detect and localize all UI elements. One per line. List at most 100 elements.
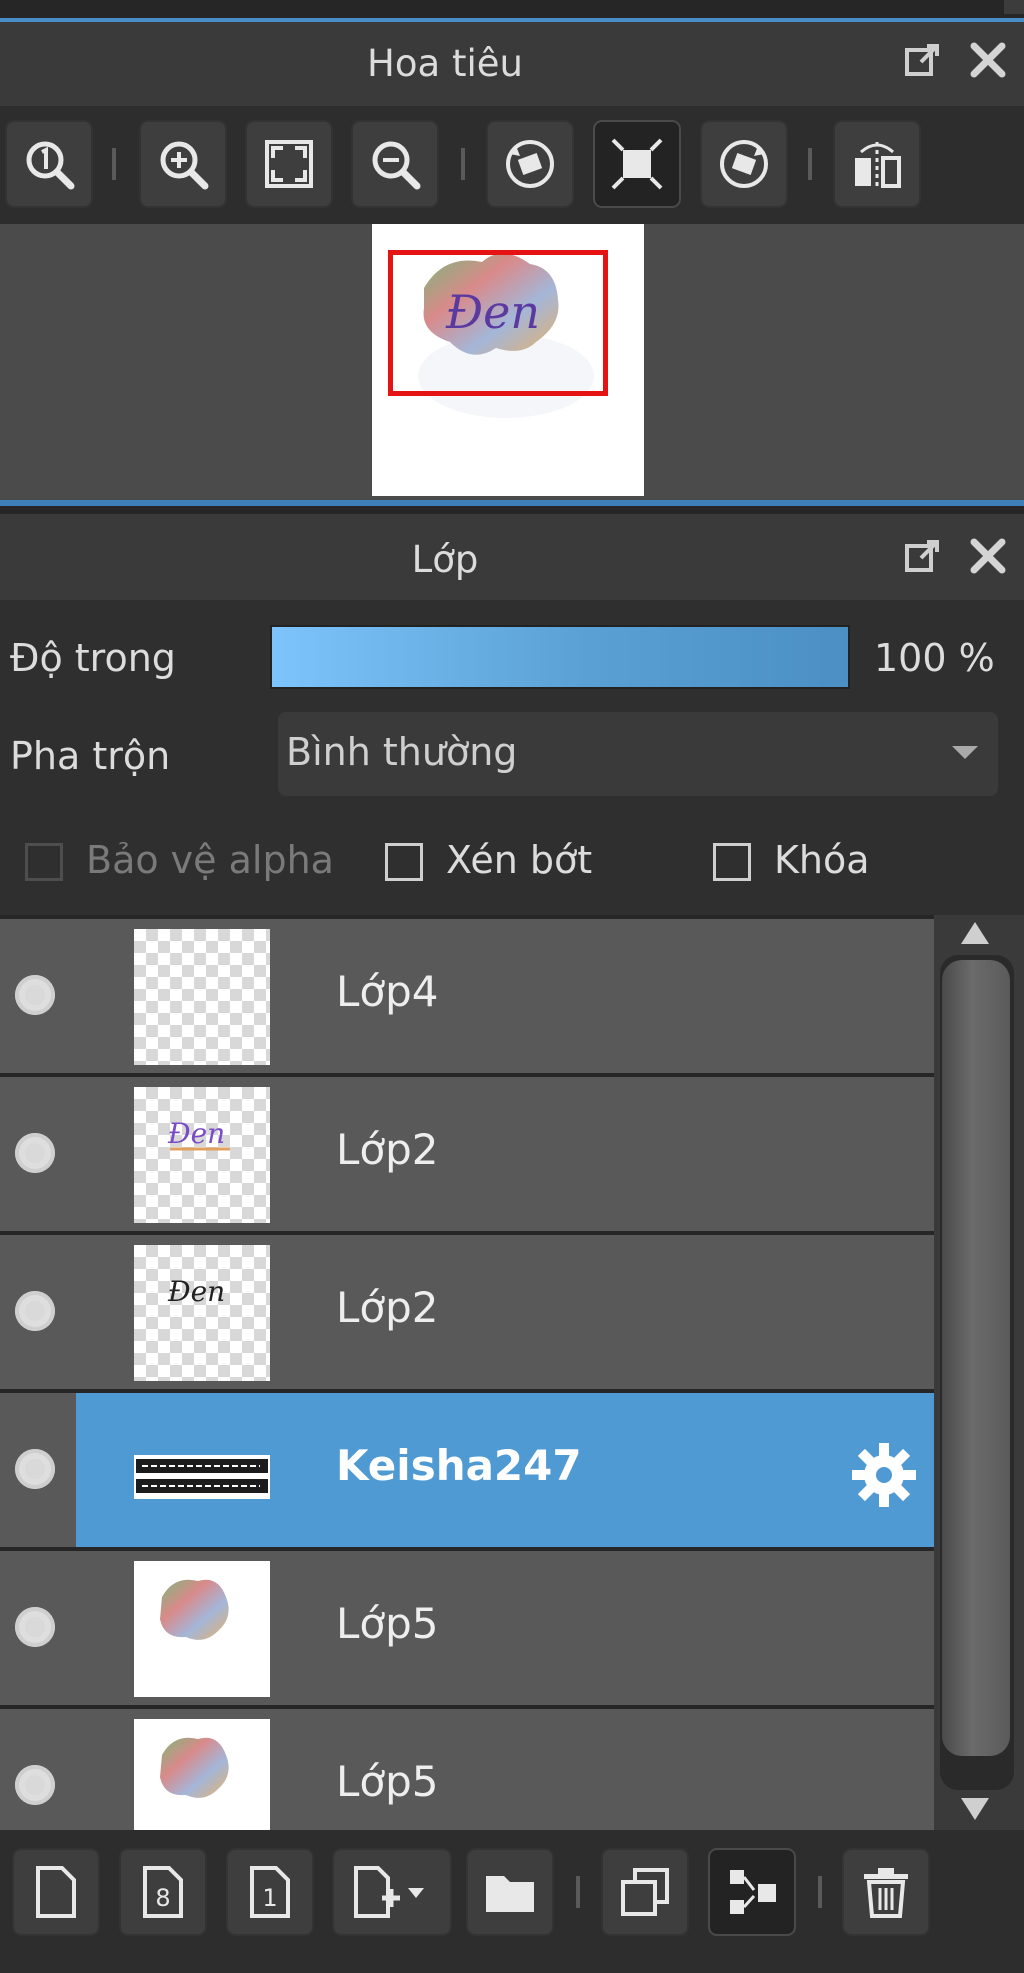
layer-thumbnail — [134, 1561, 270, 1697]
layer-row[interactable]: Đen Lớp2 — [0, 1235, 934, 1389]
layer-thumbnail: Đen — [134, 1087, 270, 1223]
toolbar-separator — [461, 148, 465, 180]
svg-text:Đen: Đen — [167, 1275, 225, 1308]
fit-window-button[interactable] — [245, 120, 333, 208]
new-8bit-layer-button[interactable]: 8 — [119, 1848, 207, 1936]
svg-text:8: 8 — [155, 1884, 170, 1912]
rotate-left-button[interactable] — [486, 120, 574, 208]
layer-thumbnail — [134, 1403, 270, 1539]
new-folder-button[interactable] — [466, 1848, 554, 1936]
layers-header: Lớp — [0, 514, 1024, 600]
folder-icon — [486, 1876, 534, 1912]
layer-name: Lớp2 — [336, 1283, 439, 1332]
blend-label: Pha trộn — [10, 734, 171, 778]
undock-icon[interactable] — [903, 536, 943, 576]
rotate-left-icon — [506, 140, 554, 188]
delete-layer-button[interactable] — [842, 1848, 930, 1936]
close-icon[interactable] — [968, 536, 1008, 576]
top-strip — [0, 0, 1024, 18]
blob-thumbnail — [160, 1737, 229, 1798]
add-layer-menu-button[interactable] — [332, 1848, 452, 1936]
zoom-actual-size-icon — [26, 141, 75, 190]
toolbar-separator — [112, 148, 116, 180]
scrollbar-fragment[interactable] — [1004, 0, 1024, 14]
reset-view-button[interactable] — [593, 120, 681, 208]
new-layer-button[interactable] — [12, 1848, 100, 1936]
scroll-thumb[interactable] — [942, 960, 1010, 1756]
visibility-eye-icon[interactable] — [15, 975, 55, 1015]
navigator-header: Hoa tiêu — [0, 22, 1024, 106]
lock-checkbox[interactable] — [713, 843, 751, 881]
toolbar-separator — [818, 1876, 822, 1908]
undock-icon[interactable] — [903, 40, 943, 80]
visibility-eye-icon[interactable] — [15, 1449, 55, 1489]
text-art-thumbnail: Đen — [167, 1275, 225, 1308]
blend-mode-value: Bình thường — [286, 730, 518, 774]
new-1bit-layer-button[interactable]: 1 — [226, 1848, 314, 1936]
blend-mode-select[interactable]: Bình thường — [278, 712, 998, 796]
close-icon[interactable] — [968, 40, 1008, 80]
scroll-down-icon[interactable] — [961, 1798, 989, 1820]
zoom-in-icon — [160, 141, 209, 190]
text-strip-thumbnail — [134, 1455, 270, 1499]
add-layer-dropdown-icon — [354, 1866, 424, 1918]
chevron-down-icon — [952, 746, 978, 759]
protect-alpha-label: Bảo vệ alpha — [86, 838, 334, 882]
new-8bit-layer-icon: 8 — [143, 1866, 183, 1918]
text-art-thumbnail: Đen — [167, 1117, 230, 1151]
toolbar-separator — [576, 1876, 580, 1908]
rotate-right-icon — [720, 140, 768, 188]
opacity-value: 100 % — [874, 636, 995, 680]
layer-name: Keisha247 — [336, 1441, 582, 1490]
layer-name: Lớp5 — [336, 1757, 439, 1806]
layer-thumbnail: Đen — [134, 1245, 270, 1381]
merge-down-button[interactable] — [708, 1848, 796, 1936]
layer-name: Lớp5 — [336, 1599, 439, 1648]
clipping-label: Xén bớt — [446, 838, 593, 882]
duplicate-layer-button[interactable] — [601, 1848, 689, 1936]
zoom-out-icon — [372, 141, 421, 190]
navigator-title: Hoa tiêu — [367, 42, 523, 85]
layers-title: Lớp — [411, 538, 479, 581]
new-page-icon — [36, 1866, 76, 1918]
visibility-eye-icon[interactable] — [15, 1607, 55, 1647]
opacity-slider[interactable] — [270, 625, 850, 689]
layer-row[interactable]: Lớp5 — [0, 1709, 934, 1830]
layer-row[interactable]: Lớp5 — [0, 1551, 934, 1705]
layer-name: Lớp4 — [336, 967, 439, 1016]
visibility-eye-icon[interactable] — [15, 1291, 55, 1331]
panel-gap — [0, 506, 1024, 514]
zoom-in-button[interactable] — [139, 120, 227, 208]
new-1bit-layer-icon: 1 — [250, 1866, 290, 1918]
flip-horizontal-icon — [855, 142, 901, 188]
layer-list: Lớp4 Đen Lớp2 Đen Lớp2 Keisha247 Lớp5 Lớ… — [0, 915, 934, 1830]
layer-thumbnail — [134, 929, 270, 1065]
visibility-eye-icon[interactable] — [15, 1765, 55, 1805]
flip-horizontal-button[interactable] — [833, 120, 921, 208]
zoom-out-button[interactable] — [351, 120, 439, 208]
reset-view-icon — [611, 138, 663, 190]
zoom-actual-size-button[interactable] — [5, 120, 93, 208]
layer-thumbnail — [134, 1719, 270, 1830]
toolbar-separator — [808, 148, 812, 180]
duplicate-icon — [621, 1868, 669, 1916]
layer-name: Lớp2 — [336, 1125, 439, 1174]
svg-text:1: 1 — [262, 1884, 277, 1912]
lock-label: Khóa — [774, 838, 870, 882]
svg-text:Đen: Đen — [167, 1117, 225, 1150]
navigator-viewport-frame[interactable] — [388, 250, 608, 396]
trash-icon — [864, 1868, 908, 1918]
blob-thumbnail — [160, 1579, 229, 1640]
layer-row[interactable]: Lớp4 — [0, 919, 934, 1073]
layer-row-selected[interactable]: Keisha247 — [0, 1393, 934, 1547]
clipping-checkbox[interactable] — [385, 843, 423, 881]
protect-alpha-checkbox[interactable] — [25, 843, 63, 881]
opacity-label: Độ trong — [10, 636, 176, 680]
fit-window-icon — [265, 140, 313, 188]
gear-icon[interactable] — [848, 1439, 920, 1511]
merge-down-icon — [730, 1870, 776, 1914]
scroll-up-icon[interactable] — [961, 922, 989, 944]
visibility-eye-icon[interactable] — [15, 1133, 55, 1173]
rotate-right-button[interactable] — [700, 120, 788, 208]
layer-row[interactable]: Đen Lớp2 — [0, 1077, 934, 1231]
